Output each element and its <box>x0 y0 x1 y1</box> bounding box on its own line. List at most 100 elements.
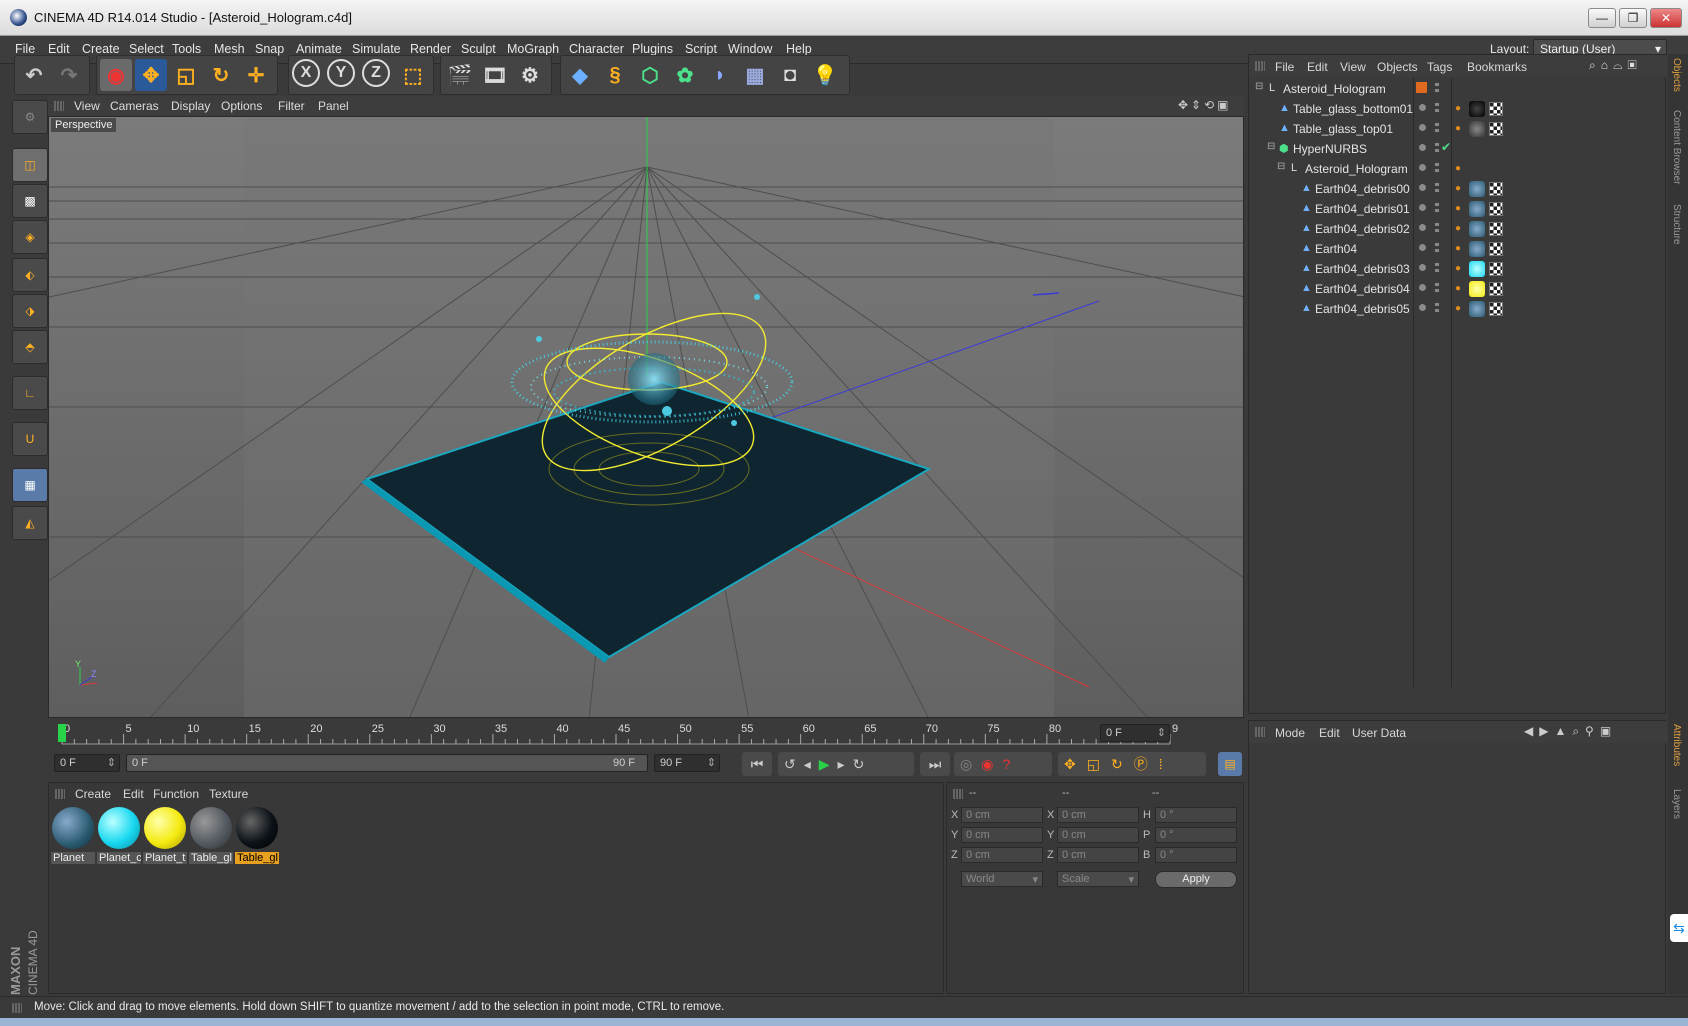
collapse-icon[interactable]: ⊟ <box>1255 81 1263 92</box>
planar-workplane-icon[interactable]: ◭ <box>12 506 48 540</box>
visibility-toggle[interactable] <box>1435 283 1439 293</box>
object-menu-bookmarks[interactable]: Bookmarks <box>1467 60 1527 74</box>
attributes-menu-edit[interactable]: Edit <box>1319 726 1340 740</box>
autokey-icon[interactable]: ◉ <box>981 756 1002 772</box>
object-menu-tags[interactable]: Tags <box>1427 60 1452 74</box>
material-menu-edit[interactable]: Edit <box>123 787 144 801</box>
3d-viewport[interactable]: Perspective Y Z <box>48 116 1244 718</box>
timeline-ruler[interactable]: 051015202530354045505560657075808590 0 F… <box>48 720 1244 748</box>
snap-magnet-icon[interactable]: U <box>12 422 48 456</box>
coordinate-space-dropdown[interactable]: World ▾ <box>961 871 1043 887</box>
visibility-toggle[interactable] <box>1435 223 1439 233</box>
menu-tools[interactable]: Tools <box>172 42 201 56</box>
menu-mograph[interactable]: MoGraph <box>507 42 559 56</box>
texture-tag-icon[interactable] <box>1489 222 1503 236</box>
tab-structure[interactable]: Structure <box>1671 204 1682 245</box>
model-mode-icon[interactable]: ◫ <box>12 148 48 182</box>
tab-attributes[interactable]: Attributes <box>1671 724 1682 766</box>
texture-tag-icon[interactable] <box>1489 242 1503 256</box>
phong-tag-icon[interactable]: ● <box>1455 263 1465 275</box>
add-transform-icon[interactable]: ✛ <box>240 59 272 91</box>
menu-script[interactable]: Script <box>685 42 717 56</box>
material-menu-function[interactable]: Function <box>153 787 199 801</box>
rotation-h-field[interactable]: 0 ° <box>1155 807 1237 823</box>
material-tag-icon[interactable] <box>1469 121 1485 137</box>
material-tag-icon[interactable] <box>1469 101 1485 117</box>
y-axis-icon[interactable]: Y <box>327 59 355 87</box>
floor-icon[interactable]: ▦ <box>739 59 771 91</box>
menu-mesh[interactable]: Mesh <box>214 42 245 56</box>
record-active-icon[interactable]: ◎ <box>960 756 981 772</box>
key-rotation-icon[interactable]: ↻ <box>1111 756 1134 772</box>
maximize-button[interactable]: ❐ <box>1619 8 1647 28</box>
next-key-icon[interactable]: ↻ <box>853 756 873 772</box>
visibility-toggle[interactable] <box>1435 83 1439 93</box>
object-row[interactable]: ▲ Earth04_debris01 ● <box>1249 199 1667 219</box>
polygons-mode-icon[interactable]: ⬘ <box>12 330 48 364</box>
redo-icon[interactable]: ↷ <box>53 59 85 91</box>
workplane-icon[interactable]: ◈ <box>12 220 48 254</box>
object-row[interactable]: ▲ Earth04_debris00 ● <box>1249 179 1667 199</box>
menu-render[interactable]: Render <box>410 42 451 56</box>
make-editable-icon[interactable]: ⚙ <box>12 100 48 134</box>
render-view-icon[interactable]: 🎬 <box>444 59 476 91</box>
panel-grip-icon[interactable] <box>54 101 64 111</box>
size-z-field[interactable]: 0 cm <box>1057 847 1139 863</box>
camera-icon[interactable]: ◘ <box>774 59 806 91</box>
phong-tag-icon[interactable]: ● <box>1455 183 1465 195</box>
go-to-start-icon[interactable]: ⏮ <box>742 752 772 776</box>
visibility-toggle[interactable] <box>1435 163 1439 173</box>
visibility-toggle[interactable] <box>1435 243 1439 253</box>
texture-mode-icon[interactable]: ▩ <box>12 184 48 218</box>
points-mode-icon[interactable]: ⬖ <box>12 258 48 292</box>
collapse-icon[interactable]: ⊟ <box>1267 141 1275 152</box>
visibility-toggle[interactable] <box>1435 143 1439 153</box>
visibility-toggle[interactable] <box>1435 123 1439 133</box>
material-tag-icon[interactable] <box>1469 181 1485 197</box>
menu-create[interactable]: Create <box>82 42 120 56</box>
keyframe-selection-icon[interactable]: ? <box>1002 756 1019 772</box>
start-frame-field[interactable]: 0 F ⇕ <box>54 754 120 772</box>
rotate-icon[interactable]: ↻ <box>205 59 237 91</box>
tab-content-browser[interactable]: Content Browser <box>1671 110 1682 184</box>
teamviewer-icon[interactable]: ⇆ <box>1670 914 1688 942</box>
material-tag-icon[interactable] <box>1469 241 1485 257</box>
texture-tag-icon[interactable] <box>1489 102 1503 116</box>
phong-tag-icon[interactable]: ● <box>1455 303 1465 315</box>
frame-range-slider[interactable]: 0 F 90 F <box>126 754 648 772</box>
phong-tag-icon[interactable]: ● <box>1455 103 1465 115</box>
array-icon[interactable]: ✿ <box>669 59 701 91</box>
enable-toggle[interactable] <box>1419 124 1426 131</box>
enable-toggle[interactable] <box>1419 304 1426 311</box>
collapse-icon[interactable]: ⊟ <box>1277 161 1285 172</box>
object-row[interactable]: ▲ Earth04_debris04 ● <box>1249 279 1667 299</box>
texture-tag-icon[interactable] <box>1489 302 1503 316</box>
render-settings-icon[interactable]: ⚙ <box>514 59 546 91</box>
texture-tag-icon[interactable] <box>1489 182 1503 196</box>
size-x-field[interactable]: 0 cm <box>1057 807 1139 823</box>
menu-file[interactable]: File <box>15 42 35 56</box>
object-menu-objects[interactable]: Objects <box>1377 60 1418 74</box>
enable-toggle[interactable] <box>1419 104 1426 111</box>
enable-toggle[interactable] <box>1419 224 1426 231</box>
menu-select[interactable]: Select <box>129 42 164 56</box>
visibility-toggle[interactable] <box>1435 303 1439 313</box>
key-position-icon[interactable]: ✥ <box>1064 756 1087 772</box>
rotation-b-field[interactable]: 0 ° <box>1155 847 1237 863</box>
visibility-toggle[interactable] <box>1435 263 1439 273</box>
menu-character[interactable]: Character <box>569 42 624 56</box>
texture-tag-icon[interactable] <box>1489 122 1503 136</box>
menu-window[interactable]: Window <box>728 42 772 56</box>
tab-layers[interactable]: Layers <box>1671 789 1682 819</box>
phong-tag-icon[interactable]: ● <box>1455 223 1465 235</box>
panel-grip-icon[interactable] <box>12 1003 22 1013</box>
apply-button[interactable]: Apply <box>1155 871 1237 888</box>
phong-tag-icon[interactable]: ● <box>1455 123 1465 135</box>
enable-toggle[interactable] <box>1419 204 1426 211</box>
phong-tag-icon[interactable]: ● <box>1455 203 1465 215</box>
previous-key-icon[interactable]: ↺ <box>784 756 804 772</box>
coordinate-system-icon[interactable]: ⬚ <box>397 59 429 91</box>
visibility-toggle[interactable] <box>1435 103 1439 113</box>
key-parameter-icon[interactable]: Ⓟ <box>1134 756 1159 772</box>
edges-mode-icon[interactable]: ⬗ <box>12 294 48 328</box>
